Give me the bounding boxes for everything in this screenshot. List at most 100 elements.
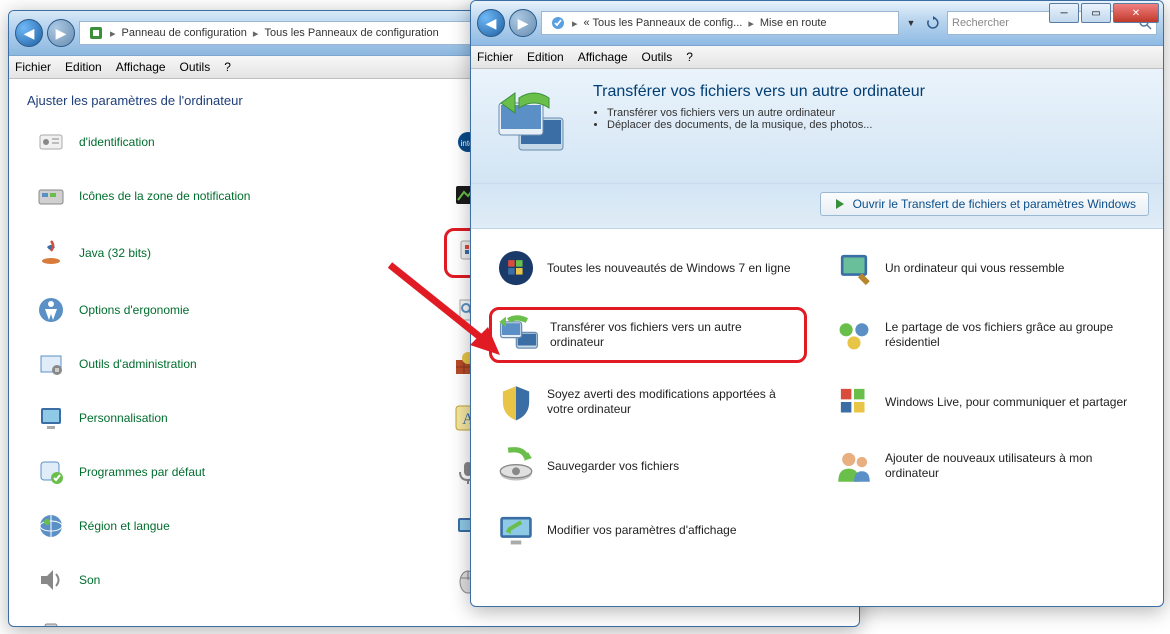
cp-item-label: Outils d'administration (79, 357, 197, 372)
task-label: Sauvegarder vos fichiers (547, 459, 679, 474)
task-label: Un ordinateur qui vous ressemble (885, 261, 1064, 276)
cp-item-label: Programmes par défaut (79, 465, 205, 480)
task-live[interactable]: Windows Live, pour communiquer et partag… (827, 377, 1145, 427)
cp-item-sound[interactable]: Son (27, 558, 424, 602)
admin-icon (33, 346, 69, 382)
task-label: Windows Live, pour communiquer et partag… (885, 395, 1127, 410)
cp-item-id-card[interactable]: d'identification (27, 120, 424, 164)
open-easy-transfer-button[interactable]: Ouvrir le Transfert de fichiers et param… (820, 192, 1149, 216)
menu-edit[interactable]: Edition (527, 50, 564, 64)
cp-item-label: Icônes de la zone de notification (79, 189, 250, 204)
menu-help[interactable]: ? (686, 50, 693, 64)
hero-text: Transférer vos fichiers vers un autre or… (593, 83, 925, 173)
hero-bullet-2: Déplacer des documents, de la musique, d… (607, 119, 925, 131)
forward-button[interactable]: ▶ (47, 19, 75, 47)
task-label: Toutes les nouveautés de Windows 7 en li… (547, 261, 791, 276)
getting-started-body: Transférer vos fichiers vers un autre or… (471, 69, 1163, 606)
region-icon (33, 508, 69, 544)
window-controls: ─ ▭ ✕ (1049, 3, 1159, 23)
refresh-button[interactable] (923, 12, 943, 34)
close-button[interactable]: ✕ (1113, 3, 1159, 23)
task-backup[interactable]: Sauvegarder vos fichiers (489, 441, 807, 491)
live-icon (833, 381, 875, 423)
cp-item-phone[interactable]: Téléphone et modem (27, 612, 424, 626)
menu-view[interactable]: Affichage (116, 60, 166, 74)
hero-title: Transférer vos fichiers vers un autre or… (593, 83, 925, 101)
cp-item-cardspace[interactable]: Windows CardSpace (444, 612, 841, 626)
menubar: Fichier Edition Affichage Outils ? (471, 46, 1163, 69)
task-homegroup[interactable]: Le partage de vos fichiers grâce au grou… (827, 307, 1145, 363)
menu-tools[interactable]: Outils (180, 60, 211, 74)
personalize-icon (33, 400, 69, 436)
hero-action-bar: Ouvrir le Transfert de fichiers et param… (471, 184, 1163, 229)
transfer-hero-icon (489, 83, 579, 173)
menu-view[interactable]: Affichage (578, 50, 628, 64)
cp-item-label: Options d'ergonomie (79, 303, 189, 318)
menu-tools[interactable]: Outils (642, 50, 673, 64)
crumb-1[interactable]: « Tous les Panneaux de config... (580, 17, 747, 29)
task-uac[interactable]: Soyez averti des modifications apportées… (489, 377, 807, 427)
cp-item-java[interactable]: Java (32 bits) (27, 228, 424, 278)
hero-bullets: Transférer vos fichiers vers un autre or… (593, 107, 925, 131)
forward-button[interactable]: ▶ (509, 9, 537, 37)
id-card-icon (33, 124, 69, 160)
crumb-2[interactable]: Mise en route (756, 17, 831, 29)
defaults-icon (33, 454, 69, 490)
users-icon (833, 445, 875, 487)
breadcrumb-dropdown[interactable]: ▼ (903, 12, 919, 34)
cp-item-region[interactable]: Région et langue (27, 504, 424, 548)
cp-item-label: d'identification (79, 135, 155, 150)
task-grid: Toutes les nouveautés de Windows 7 en li… (471, 229, 1163, 569)
breadcrumb-icon (84, 25, 108, 41)
cp-item-admin[interactable]: Outils d'administration (27, 342, 424, 386)
cp-item-label: Java (32 bits) (79, 246, 151, 261)
cp-item-personalize[interactable]: Personnalisation (27, 396, 424, 440)
transfer-icon (498, 314, 540, 356)
task-win7[interactable]: Toutes les nouveautés de Windows 7 en li… (489, 243, 807, 293)
cp-item-tray[interactable]: Icônes de la zone de notification (27, 174, 424, 218)
display-icon (495, 509, 537, 551)
cp-item-label: Région et langue (79, 519, 170, 534)
hero-panel: Transférer vos fichiers vers un autre or… (471, 69, 1163, 184)
cp-item-ease[interactable]: Options d'ergonomie (27, 288, 424, 332)
task-users[interactable]: Ajouter de nouveaux utilisateurs à mon o… (827, 441, 1145, 491)
arrow-right-icon (833, 197, 847, 211)
ease-icon (33, 292, 69, 328)
uac-icon (495, 381, 537, 423)
win7-icon (495, 247, 537, 289)
task-label: Ajouter de nouveaux utilisateurs à mon o… (885, 451, 1139, 481)
task-display[interactable]: Modifier vos paramètres d'affichage (489, 505, 807, 555)
task-personalize2[interactable]: Un ordinateur qui vous ressemble (827, 243, 1145, 293)
backup-icon (495, 445, 537, 487)
task-label: Transférer vos fichiers vers un autre or… (550, 320, 798, 350)
cp-item-defaults[interactable]: Programmes par défaut (27, 450, 424, 494)
cp-item-label: Son (79, 573, 100, 588)
back-button[interactable]: ◀ (15, 19, 43, 47)
menu-edit[interactable]: Edition (65, 60, 102, 74)
menu-file[interactable]: Fichier (15, 60, 51, 74)
java-icon (33, 235, 69, 271)
task-label: Soyez averti des modifications apportées… (547, 387, 801, 417)
task-label: Le partage de vos fichiers grâce au grou… (885, 320, 1139, 350)
hero-action-label: Ouvrir le Transfert de fichiers et param… (853, 197, 1136, 211)
menu-file[interactable]: Fichier (477, 50, 513, 64)
breadcrumb[interactable]: ▸ « Tous les Panneaux de config... ▸ Mis… (541, 11, 899, 35)
getting-started-window: ─ ▭ ✕ ◀ ▶ ▸ « Tous les Panneaux de confi… (470, 0, 1164, 607)
phone-icon (33, 616, 69, 626)
minimize-button[interactable]: ─ (1049, 3, 1079, 23)
homegroup-icon (833, 314, 875, 356)
sound-icon (33, 562, 69, 598)
task-transfer[interactable]: Transférer vos fichiers vers un autre or… (489, 307, 807, 363)
maximize-button[interactable]: ▭ (1081, 3, 1111, 23)
crumb-2[interactable]: Tous les Panneaux de configuration (260, 27, 442, 39)
crumb-1[interactable]: Panneau de configuration (118, 27, 251, 39)
menu-help[interactable]: ? (224, 60, 231, 74)
back-button[interactable]: ◀ (477, 9, 505, 37)
hero-bullet-1: Transférer vos fichiers vers un autre or… (607, 107, 925, 119)
cp-item-label: Personnalisation (79, 411, 168, 426)
breadcrumb-icon (546, 15, 570, 31)
task-label: Modifier vos paramètres d'affichage (547, 523, 737, 538)
cardspace-icon (450, 616, 486, 626)
tray-icon (33, 178, 69, 214)
personalize2-icon (833, 247, 875, 289)
